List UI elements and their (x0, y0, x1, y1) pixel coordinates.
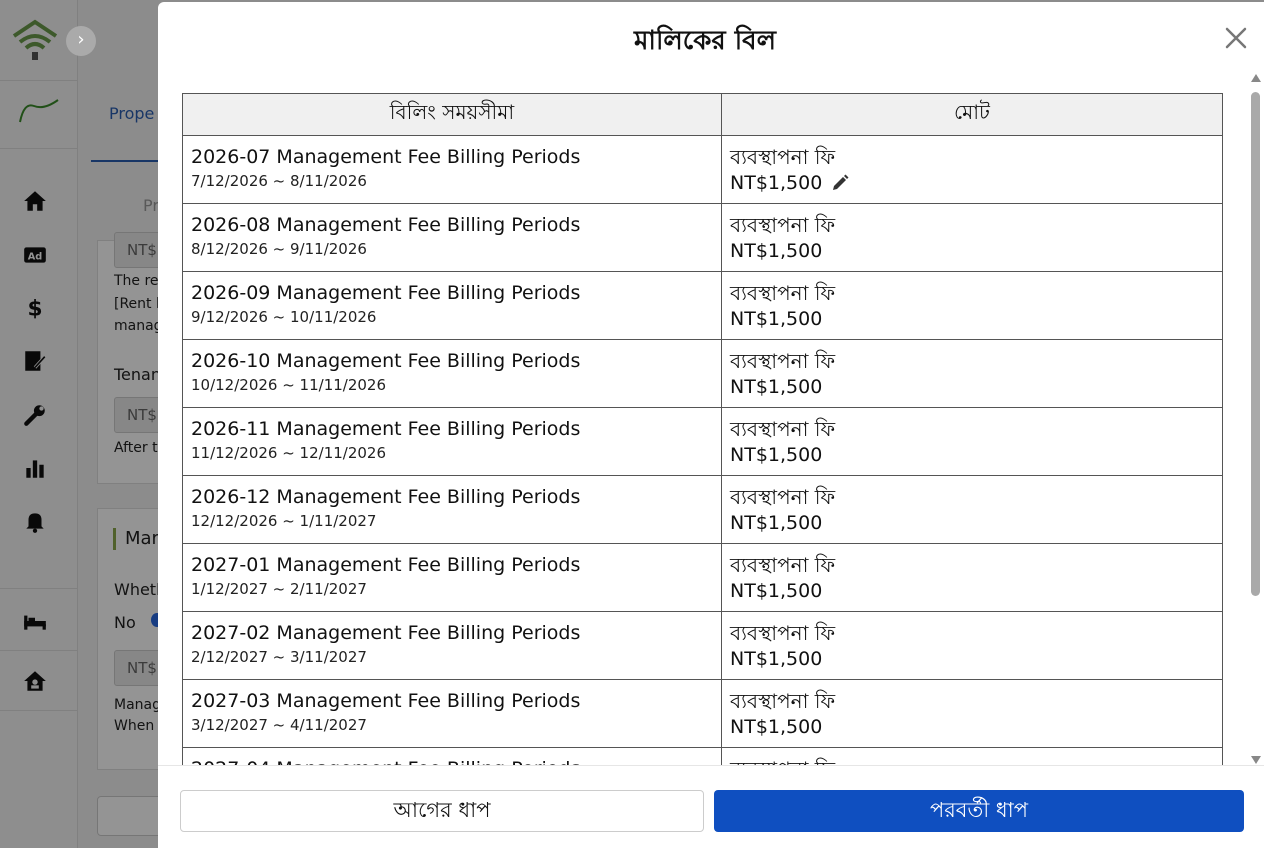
fee-amount-line: NT$1,500 (730, 578, 1214, 604)
billing-period-cell: 2026-09 Management Fee Billing Periods 9/… (182, 271, 722, 340)
total-cell: ব্যবস্থাপনা ফি NT$1,500 (721, 543, 1223, 612)
total-cell: ব্যবস্থাপনা ফি NT$1,500 (721, 679, 1223, 748)
fee-amount: NT$1,500 (730, 512, 823, 534)
fee-label: ব্যবস্থাপনা ফি (730, 621, 836, 645)
table-row: 2026-07 Management Fee Billing Periods 7/… (182, 135, 1223, 204)
fee-amount: NT$1,500 (730, 444, 823, 466)
fee-amount-line: NT$1,500 (730, 646, 1214, 672)
period-title: 2027-01 Management Fee Billing Periods (191, 554, 581, 576)
table-header-row: বিলিং সময়সীমা মোট (182, 93, 1223, 136)
fee-label: ব্যবস্থাপনা ফি (730, 689, 836, 713)
total-cell: ব্যবস্থাপনা ফি NT$1,500 (721, 407, 1223, 476)
close-icon (1225, 27, 1247, 49)
table-row: 2027-02 Management Fee Billing Periods 2/… (182, 611, 1223, 680)
period-dates: 7/12/2026 ~ 8/11/2026 (191, 172, 367, 190)
fee-label: ব্যবস্থাপনা ফি (730, 756, 1214, 765)
scrollbar-thumb[interactable] (1251, 92, 1260, 596)
fee-amount: NT$1,500 (730, 240, 823, 262)
period-title: 2026-11 Management Fee Billing Periods (191, 418, 581, 440)
owner-bill-modal: মালিকের বিল বিলিং সময়সীমা মোট 2026-07 M… (158, 2, 1264, 848)
fee-amount-line: NT$1,500 (730, 374, 1214, 400)
fee-amount-line: NT$1,500 (730, 306, 1214, 332)
table-row: 2026-09 Management Fee Billing Periods 9/… (182, 271, 1223, 340)
total-cell: ব্যবস্থাপনা ফি NT$1,500 (721, 611, 1223, 680)
fee-amount-line: NT$1,500 (730, 238, 1214, 264)
fee-amount-line: NT$1,500 (730, 510, 1214, 536)
table-row: 2027-04 Management Fee Billing Periods4/… (182, 747, 1223, 765)
fee-label: ব্যবস্থাপনা ফি (730, 485, 836, 509)
fee-label: ব্যবস্থাপনা ফি (730, 349, 836, 373)
fee-label: ব্যবস্থাপনা ফি (730, 213, 836, 237)
previous-step-button[interactable]: আগের ধাপ (180, 790, 704, 832)
fee-label: ব্যবস্থাপনা ফি (730, 281, 836, 305)
period-title: 2026-09 Management Fee Billing Periods (191, 282, 581, 304)
fee-label: ব্যবস্থাপনা ফি (730, 553, 836, 577)
fee-amount: NT$1,500 (730, 648, 823, 670)
total-cell: ব্যবস্থাপনা ফি NT$1,500 (721, 271, 1223, 340)
period-dates: 10/12/2026 ~ 11/11/2026 (191, 376, 387, 394)
period-dates: 2/12/2027 ~ 3/11/2027 (191, 648, 367, 666)
billing-period-cell: 2027-02 Management Fee Billing Periods 2/… (182, 611, 722, 680)
modal-footer: আগের ধাপ পরবর্তী ধাপ (158, 765, 1264, 848)
modal-title: মালিকের বিল (633, 26, 777, 56)
edit-pencil-icon[interactable] (830, 173, 850, 193)
table-row: 2027-01 Management Fee Billing Periods 1/… (182, 543, 1223, 612)
total-cell: ব্যবস্থাপনা ফি NT$1,500 (721, 135, 1223, 204)
period-title: 2026-10 Management Fee Billing Periods (191, 350, 581, 372)
fee-amount-line: NT$1,500 (730, 170, 1214, 196)
billing-period-cell: 2027-04 Management Fee Billing Periods4/… (182, 747, 722, 765)
scroll-up-arrow-icon[interactable] (1251, 74, 1261, 82)
billing-period-cell: 2026-08 Management Fee Billing Periods 8/… (182, 203, 722, 272)
total-cell: ব্যবস্থাপনা ফিNT$1,500 (721, 747, 1223, 765)
total-cell: ব্যবস্থাপনা ফি NT$1,500 (721, 475, 1223, 544)
period-dates: 9/12/2026 ~ 10/11/2026 (191, 308, 377, 326)
table-row: 2026-08 Management Fee Billing Periods 8/… (182, 203, 1223, 272)
fee-amount: NT$1,500 (730, 716, 823, 738)
fee-amount: NT$1,500 (730, 308, 823, 330)
fee-label: ব্যবস্থাপনা ফি (730, 417, 836, 441)
header-total: মোট (721, 93, 1223, 136)
billing-period-cell: 2026-11 Management Fee Billing Periods 11… (182, 407, 722, 476)
header-billing-period: বিলিং সময়সীমা (182, 93, 722, 136)
period-dates: 8/12/2026 ~ 9/11/2026 (191, 240, 367, 258)
next-step-button[interactable]: পরবর্তী ধাপ (714, 790, 1244, 832)
table-row: 2026-11 Management Fee Billing Periods 11… (182, 407, 1223, 476)
billing-period-cell: 2026-07 Management Fee Billing Periods 7/… (182, 135, 722, 204)
table-row: 2026-10 Management Fee Billing Periods 10… (182, 339, 1223, 408)
period-dates: 3/12/2027 ~ 4/11/2027 (191, 716, 367, 734)
period-title: 2026-08 Management Fee Billing Periods (191, 214, 581, 236)
billing-period-cell: 2026-12 Management Fee Billing Periods 12… (182, 475, 722, 544)
fee-amount-line: NT$1,500 (730, 442, 1214, 468)
scroll-down-arrow-icon[interactable] (1251, 756, 1261, 764)
period-title: 2027-04 Management Fee Billing Periods (191, 756, 713, 765)
period-dates: 1/12/2027 ~ 2/11/2027 (191, 580, 367, 598)
fee-amount: NT$1,500 (730, 172, 823, 194)
billing-period-cell: 2027-03 Management Fee Billing Periods 3/… (182, 679, 722, 748)
scrollbar[interactable] (1248, 74, 1262, 764)
expand-sidebar-icon[interactable]: › (66, 26, 96, 56)
fee-amount: NT$1,500 (730, 580, 823, 602)
fee-amount-line: NT$1,500 (730, 714, 1214, 740)
period-title: 2026-07 Management Fee Billing Periods (191, 146, 581, 168)
fee-label: ব্যবস্থাপনা ফি (730, 145, 836, 169)
total-cell: ব্যবস্থাপনা ফি NT$1,500 (721, 203, 1223, 272)
billing-table-container: বিলিং সময়সীমা মোট 2026-07 Management Fe… (182, 93, 1224, 765)
billing-period-cell: 2027-01 Management Fee Billing Periods 1/… (182, 543, 722, 612)
table-row: 2026-12 Management Fee Billing Periods 12… (182, 475, 1223, 544)
close-button[interactable] (1222, 24, 1250, 52)
period-title: 2026-12 Management Fee Billing Periods (191, 486, 581, 508)
total-cell: ব্যবস্থাপনা ফি NT$1,500 (721, 339, 1223, 408)
billing-table: বিলিং সময়সীমা মোট 2026-07 Management Fe… (182, 93, 1223, 765)
period-dates: 12/12/2026 ~ 1/11/2027 (191, 512, 377, 530)
table-row: 2027-03 Management Fee Billing Periods 3/… (182, 679, 1223, 748)
period-title: 2027-02 Management Fee Billing Periods (191, 622, 581, 644)
period-title: 2027-03 Management Fee Billing Periods (191, 690, 581, 712)
fee-amount: NT$1,500 (730, 376, 823, 398)
period-dates: 11/12/2026 ~ 12/11/2026 (191, 444, 387, 462)
billing-period-cell: 2026-10 Management Fee Billing Periods 10… (182, 339, 722, 408)
